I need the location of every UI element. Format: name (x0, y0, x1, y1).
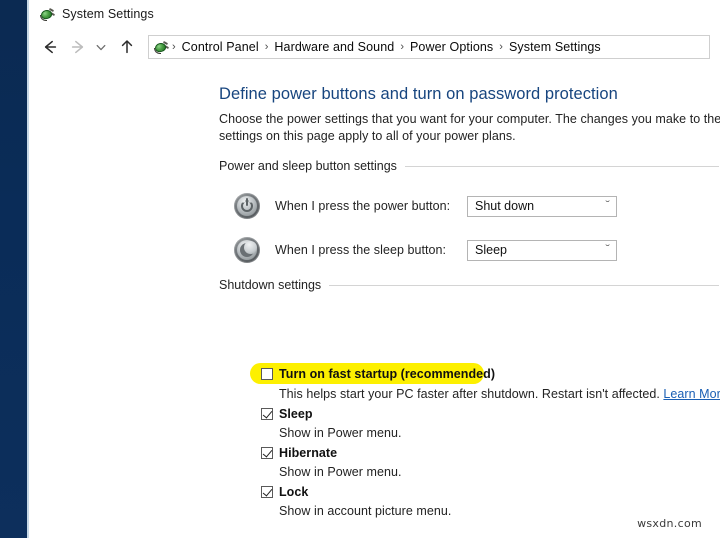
breadcrumb-item-system-settings[interactable]: System Settings (504, 40, 606, 54)
sleep-option-row[interactable]: Sleep (261, 407, 313, 421)
power-button-icon (234, 193, 260, 219)
fast-startup-description: This helps start your PC faster after sh… (279, 387, 720, 401)
hibernate-option-row[interactable]: Hibernate (261, 446, 337, 460)
hibernate-option-checkbox[interactable] (261, 447, 273, 459)
page-description: Choose the power settings that you want … (219, 111, 720, 145)
breadcrumb-item-hardware-and-sound[interactable]: Hardware and Sound (269, 40, 399, 54)
forward-arrow-icon (65, 34, 91, 60)
section-divider (329, 285, 719, 286)
power-button-action-dropdown[interactable]: Shut down ˇ (467, 196, 617, 217)
navigation-bar: › Control Panel › Hardware and Sound › P… (29, 28, 720, 66)
sleep-option-checkbox[interactable] (261, 408, 273, 420)
breadcrumb-item-power-options[interactable]: Power Options (405, 40, 498, 54)
power-button-action-value: Shut down (475, 199, 534, 213)
sleep-button-icon (234, 237, 260, 263)
back-arrow-icon[interactable] (37, 34, 63, 60)
lock-option-row[interactable]: Lock (261, 485, 308, 499)
sleep-button-action-value: Sleep (475, 243, 507, 257)
power-plug-icon (39, 6, 55, 22)
shutdown-section-heading: Shutdown settings (219, 278, 719, 292)
system-settings-window: System Settings (29, 0, 720, 538)
content-area: Define power buttons and turn on passwor… (29, 66, 720, 538)
chevron-down-icon: ˇ (605, 245, 610, 255)
breadcrumb[interactable]: › Control Panel › Hardware and Sound › P… (148, 35, 710, 59)
lock-option-label: Lock (279, 485, 308, 499)
fast-startup-label: Turn on fast startup (recommended) (279, 367, 495, 381)
page-title: Define power buttons and turn on passwor… (219, 85, 618, 104)
power-button-label: When I press the power button: (275, 199, 467, 213)
desktop-background (0, 0, 27, 538)
breadcrumb-power-plug-icon (153, 39, 169, 55)
fast-startup-description-text: This helps start your PC faster after sh… (279, 387, 663, 401)
screen: System Settings (0, 0, 720, 538)
learn-more-link[interactable]: Learn More (663, 387, 720, 401)
up-arrow-icon[interactable] (114, 34, 140, 60)
title-bar: System Settings (29, 0, 720, 28)
shutdown-section-heading-label: Shutdown settings (219, 278, 329, 292)
sleep-button-action-dropdown[interactable]: Sleep ˇ (467, 240, 617, 261)
sleep-button-setting-row: When I press the sleep button: Sleep ˇ (234, 235, 617, 265)
breadcrumb-item-control-panel[interactable]: Control Panel (177, 40, 264, 54)
lock-option-description: Show in account picture menu. (279, 504, 451, 518)
power-section-heading: Power and sleep button settings (219, 159, 719, 173)
fast-startup-checkbox[interactable] (261, 368, 273, 380)
hibernate-option-label: Hibernate (279, 446, 337, 460)
lock-option-checkbox[interactable] (261, 486, 273, 498)
recent-pages-chevron-icon[interactable] (92, 34, 110, 60)
sleep-option-description: Show in Power menu. (279, 426, 402, 440)
power-section-heading-label: Power and sleep button settings (219, 159, 405, 173)
watermark: wsxdn.com (637, 517, 702, 530)
hibernate-option-description: Show in Power menu. (279, 465, 402, 479)
power-button-setting-row: When I press the power button: Shut down… (234, 191, 617, 221)
window-title: System Settings (62, 7, 154, 21)
section-divider (405, 166, 719, 167)
fast-startup-checkbox-row[interactable]: Turn on fast startup (recommended) (261, 367, 495, 381)
sleep-button-label: When I press the sleep button: (275, 243, 467, 257)
sleep-option-label: Sleep (279, 407, 313, 421)
chevron-down-icon: ˇ (605, 201, 610, 211)
